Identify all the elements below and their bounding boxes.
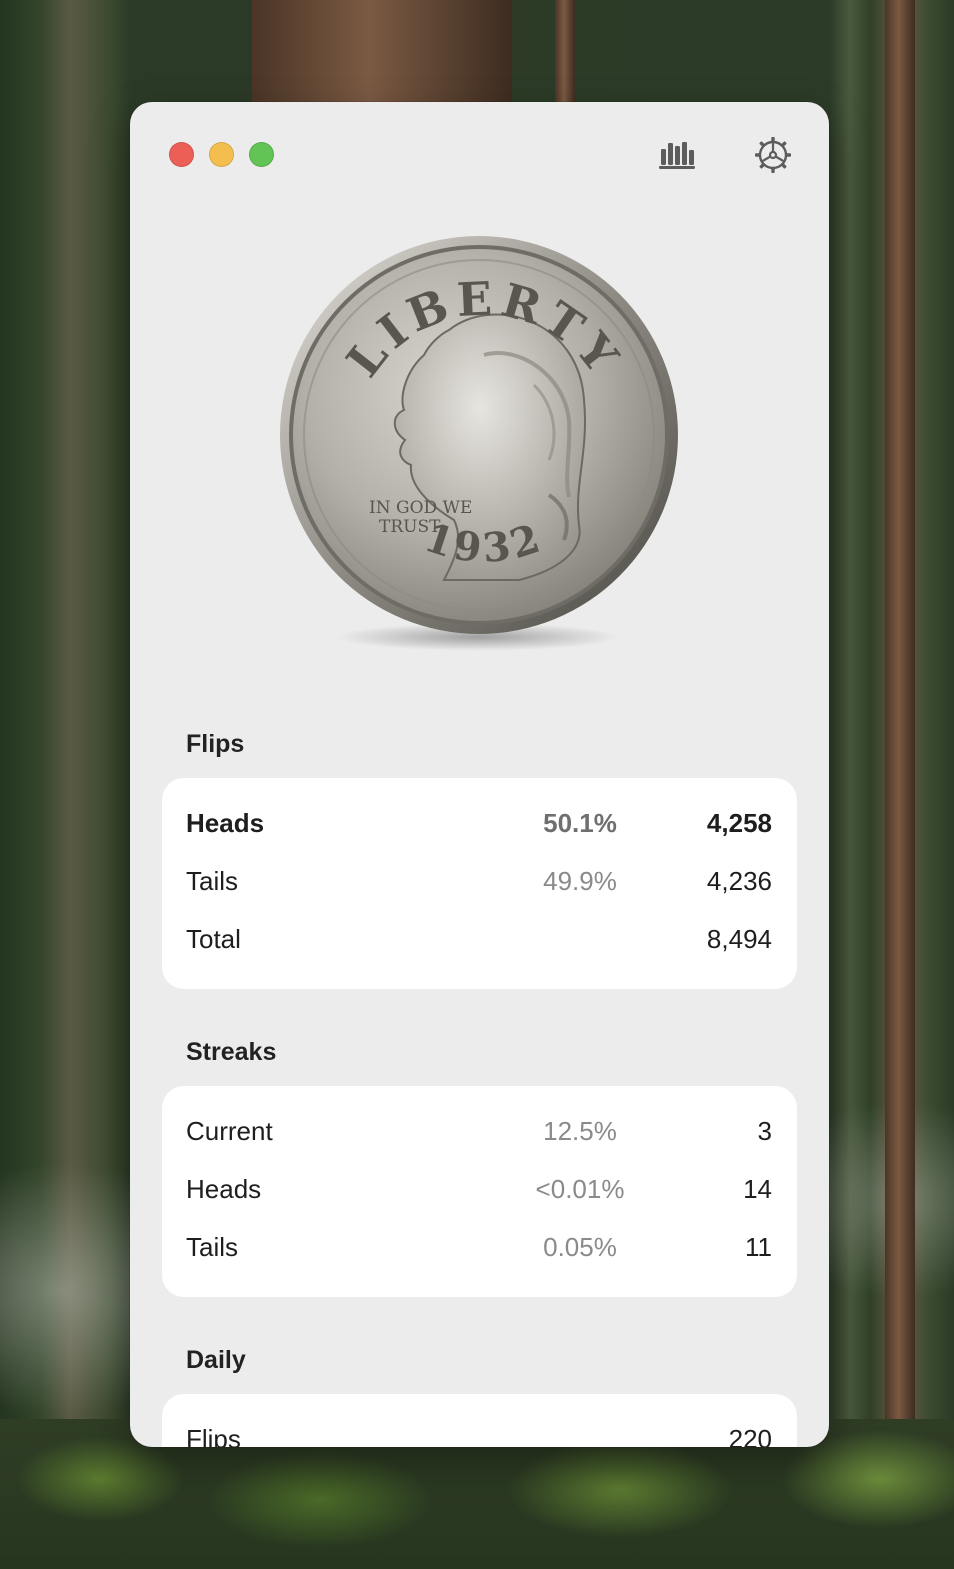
zoom-button[interactable]	[249, 142, 274, 167]
row-label: Flips	[186, 1424, 241, 1447]
coin-image: LIBERTY IN GOD WE TRUST 1932	[280, 236, 678, 634]
row-percent: 0.05%	[543, 1232, 617, 1262]
background-tree-trunk	[885, 0, 915, 1450]
streaks-row-heads: Heads <0.01% 14	[162, 1168, 797, 1208]
row-count: 4,236	[706, 866, 772, 896]
statistics-button[interactable]	[654, 132, 700, 178]
window-controls	[169, 142, 274, 167]
streaks-card: Current 12.5% 3 Heads <0.01% 14 Tails 0.…	[162, 1086, 797, 1297]
settings-button[interactable]	[750, 132, 796, 178]
section-title-streaks: Streaks	[186, 1038, 277, 1066]
bar-chart-icon	[659, 142, 695, 169]
streaks-row-current: Current 12.5% 3	[162, 1110, 797, 1150]
flips-card: Heads 50.1% 4,258 Tails 49.9% 4,236 Tota…	[162, 778, 797, 989]
row-count: 11	[745, 1232, 772, 1262]
coin[interactable]: LIBERTY IN GOD WE TRUST 1932	[279, 235, 680, 655]
flips-row-total: Total 8,494	[162, 918, 797, 958]
section-title-flips: Flips	[186, 730, 245, 758]
flips-row-heads: Heads 50.1% 4,258	[162, 802, 797, 842]
close-button[interactable]	[169, 142, 194, 167]
daily-card: Flips 220	[162, 1394, 797, 1447]
streaks-row-tails: Tails 0.05% 11	[162, 1226, 797, 1266]
row-label: Total	[186, 924, 241, 954]
row-count: 8,494	[706, 924, 772, 954]
row-percent: <0.01%	[535, 1174, 625, 1204]
row-label: Heads	[186, 1174, 262, 1204]
row-percent: 49.9%	[543, 866, 617, 896]
minimize-button[interactable]	[209, 142, 234, 167]
gear-icon	[755, 137, 791, 173]
row-count: 3	[757, 1116, 772, 1146]
row-percent: 12.5%	[543, 1116, 617, 1146]
daily-row-flips: Flips 220	[162, 1418, 797, 1447]
row-count: 220	[728, 1424, 772, 1447]
row-label: Current	[186, 1116, 273, 1146]
row-label: Tails	[186, 1232, 239, 1262]
row-label: Heads	[186, 808, 265, 838]
coin-motto-line1: IN GOD WE	[369, 498, 472, 518]
row-count: 4,258	[706, 808, 772, 838]
row-count: 14	[743, 1174, 772, 1204]
section-title-daily: Daily	[186, 1346, 246, 1374]
flips-row-tails: Tails 49.9% 4,236	[162, 860, 797, 900]
row-label: Tails	[186, 866, 239, 896]
app-window: LIBERTY IN GOD WE TRUST 1932 Flips Heads…	[130, 102, 829, 1447]
row-percent: 50.1%	[543, 808, 617, 838]
